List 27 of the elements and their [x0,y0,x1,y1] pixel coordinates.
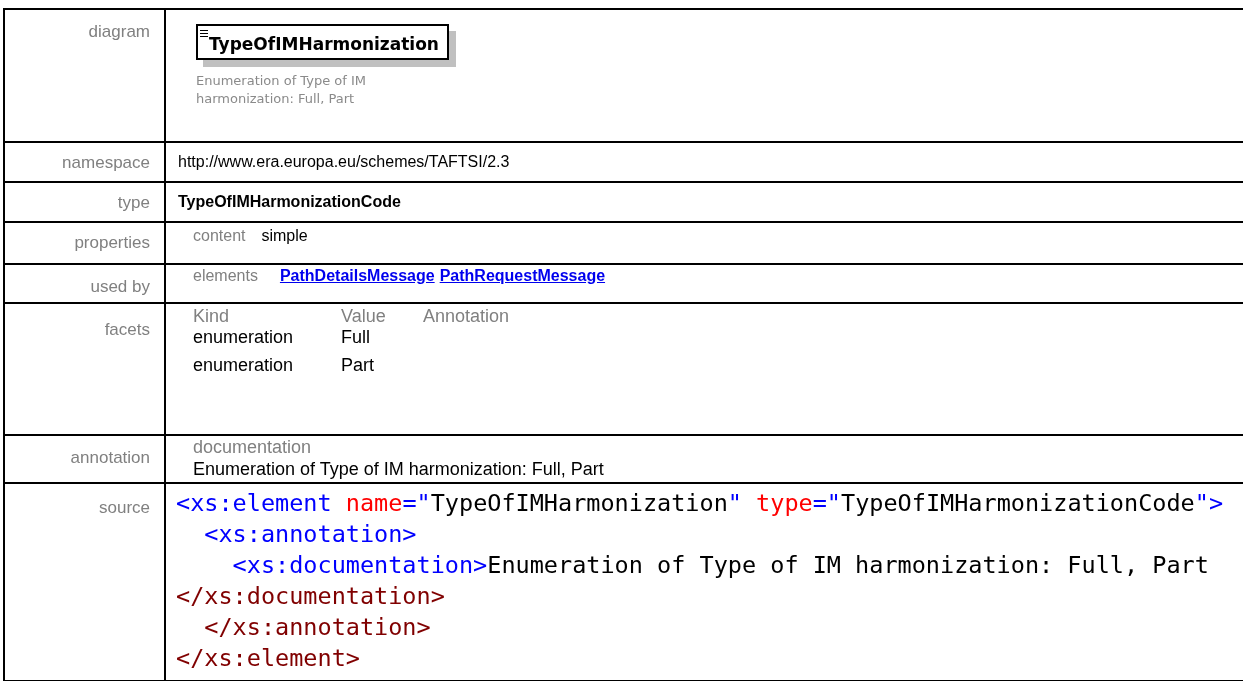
element-link[interactable]: PathDetailsMessage [279,267,435,284]
row-label: facets [104,320,150,339]
column-header: Value [341,306,387,327]
type-value: TypeOfIMHarmonizationCode [178,193,401,210]
row-label: properties [74,233,150,252]
facet-kind: enumeration [193,355,295,376]
namespace-value: http://www.era.europa.eu/schemes/TAFTSI/2.3 [178,153,510,170]
element-link[interactable]: PathRequestMessage [439,267,606,284]
annotation-key: documentation [193,436,1239,458]
diagram-annotation: Enumeration of Type of IM harmonization: Full, Part [196,72,367,108]
row-label: type [117,193,150,212]
row-label: used by [90,277,150,296]
row-label: diagram [88,22,150,41]
facet-value: Part [341,355,375,376]
source-code: <xs:element name="TypeOfIMHarmonization" type="TypeOfIMHarmonizationCode"> <xs:annotation> <xs:documentation>Enumeration of Type of IM harmonization: Full, Part </xs:documentation> </xs:annotation> </xs:element> [176,488,1225,674]
row-label: annotation [70,448,150,467]
property-key: content [193,227,246,244]
column-header: Kind [193,306,231,327]
annotation-text: Enumeration of Type of IM harmonization: Full, Part [193,458,605,480]
facet-kind: enumeration [193,327,295,348]
column-header: Annotation [423,306,510,327]
property-value: simple [261,227,308,244]
used-by-key: elements [193,267,258,284]
list-icon [200,30,208,37]
row-label: namespace [62,153,150,172]
row-label: source [98,498,150,517]
facet-value: Full [341,327,371,348]
